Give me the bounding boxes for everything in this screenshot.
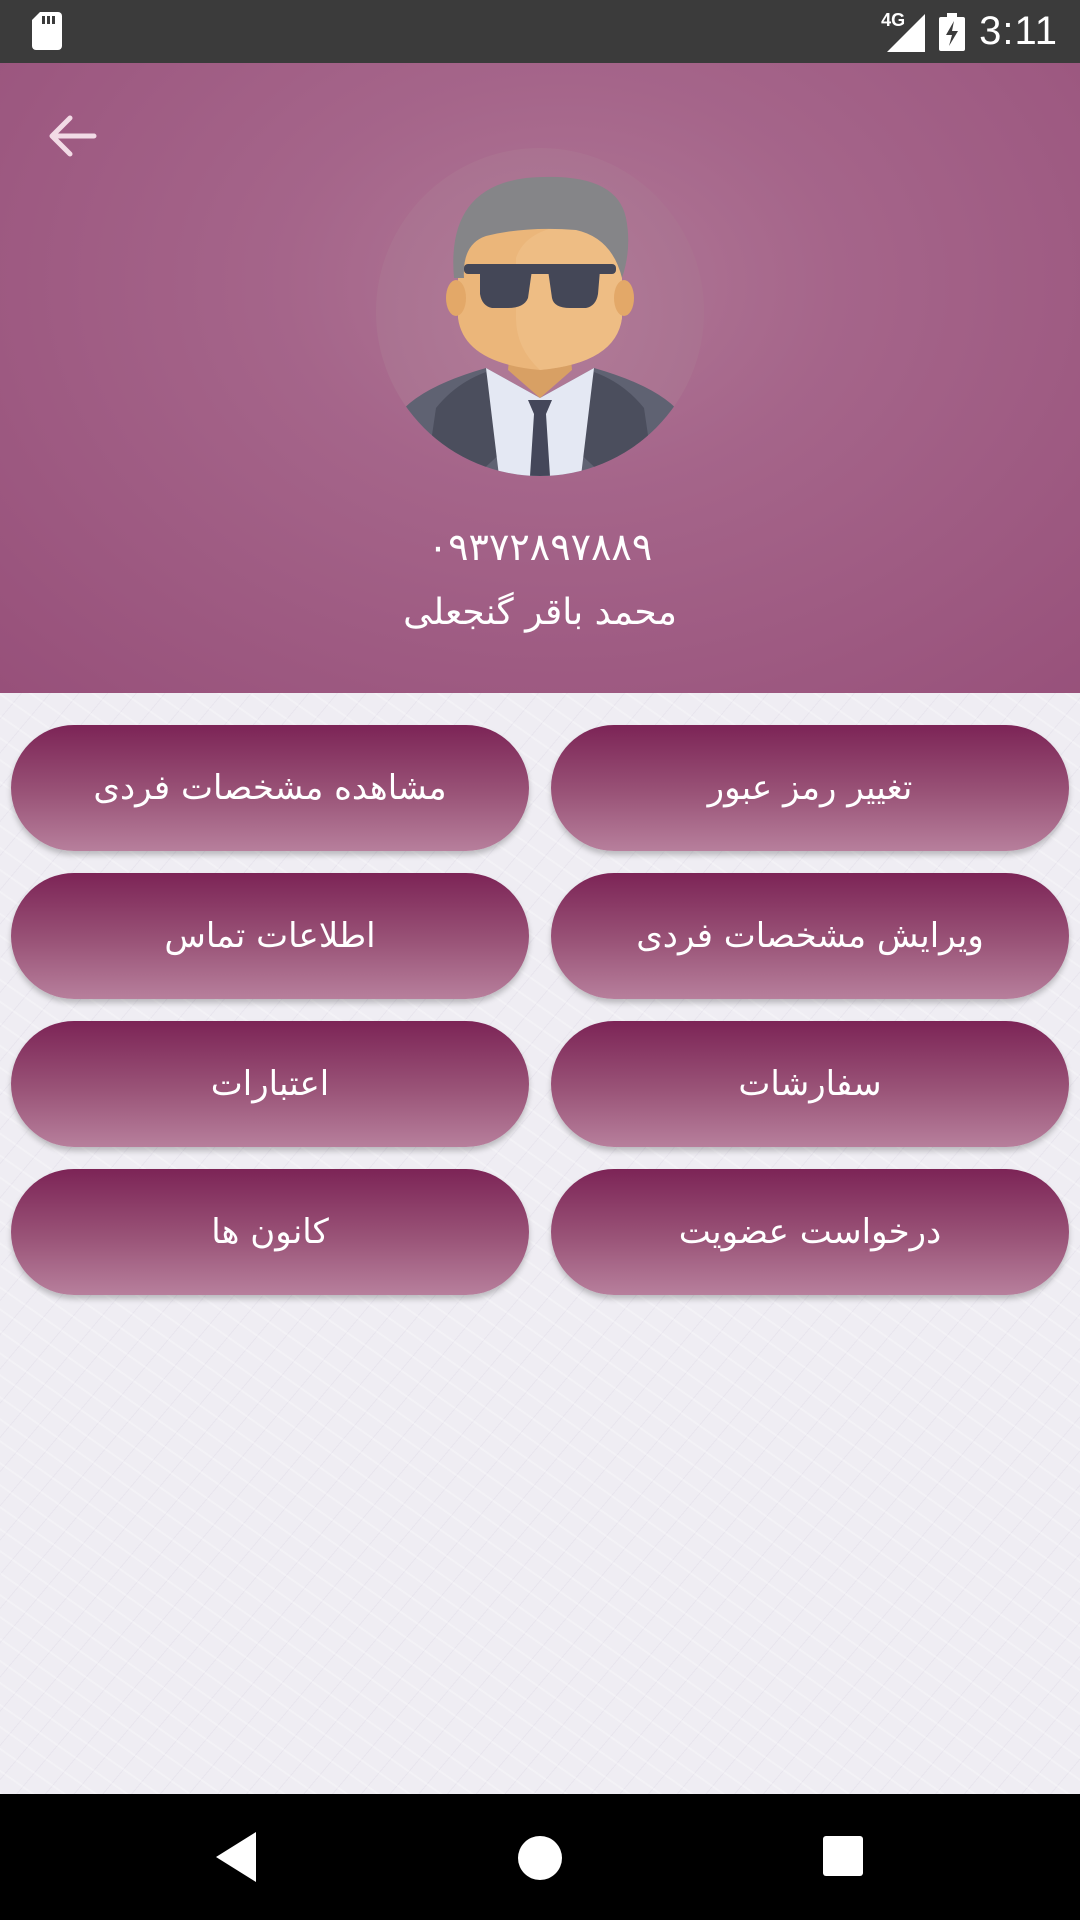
avatar: [376, 148, 704, 476]
credits-button[interactable]: اعتبارات: [11, 1021, 529, 1147]
credits-label: اعتبارات: [210, 1064, 330, 1104]
home-circle-icon[interactable]: [518, 1836, 562, 1880]
edit-profile-button[interactable]: ویرایش مشخصات فردی: [551, 873, 1069, 999]
recents-square-icon[interactable]: [823, 1836, 863, 1876]
membership-request-label: درخواست عضویت: [678, 1212, 942, 1252]
associations-label: کانون ها: [211, 1212, 329, 1252]
back-arrow-icon[interactable]: [44, 108, 100, 164]
menu-area: تغییر رمز عبور مشاهده مشخصات فردی ویرایش…: [0, 693, 1080, 1794]
battery-charging-icon: [939, 12, 966, 51]
edit-profile-label: ویرایش مشخصات فردی: [636, 916, 984, 956]
phone-number: ۰۹۳۷۲۸۹۷۸۸۹: [427, 525, 653, 569]
sd-card-icon: [32, 12, 62, 50]
associations-button[interactable]: کانون ها: [11, 1169, 529, 1295]
avatar-person-icon: [396, 176, 684, 476]
orders-label: سفارشات: [738, 1064, 882, 1104]
signal-icon: 4G: [881, 10, 926, 52]
status-bar: 4G 3:11: [0, 0, 1080, 63]
user-name: محمد باقر گنجعلی: [403, 592, 677, 633]
profile-header: ۰۹۳۷۲۸۹۷۸۸۹ محمد باقر گنجعلی: [0, 63, 1080, 693]
orders-button[interactable]: سفارشات: [551, 1021, 1069, 1147]
back-triangle-icon[interactable]: [212, 1830, 260, 1884]
system-nav-bar: [0, 1794, 1080, 1920]
status-time: 3:11: [979, 9, 1058, 53]
change-password-button[interactable]: تغییر رمز عبور: [551, 725, 1069, 851]
membership-request-button[interactable]: درخواست عضویت: [551, 1169, 1069, 1295]
view-profile-button[interactable]: مشاهده مشخصات فردی: [11, 725, 529, 851]
contact-info-button[interactable]: اطلاعات تماس: [11, 873, 529, 999]
contact-info-label: اطلاعات تماس: [164, 916, 376, 956]
change-password-label: تغییر رمز عبور: [707, 768, 913, 808]
view-profile-label: مشاهده مشخصات فردی: [93, 768, 447, 808]
